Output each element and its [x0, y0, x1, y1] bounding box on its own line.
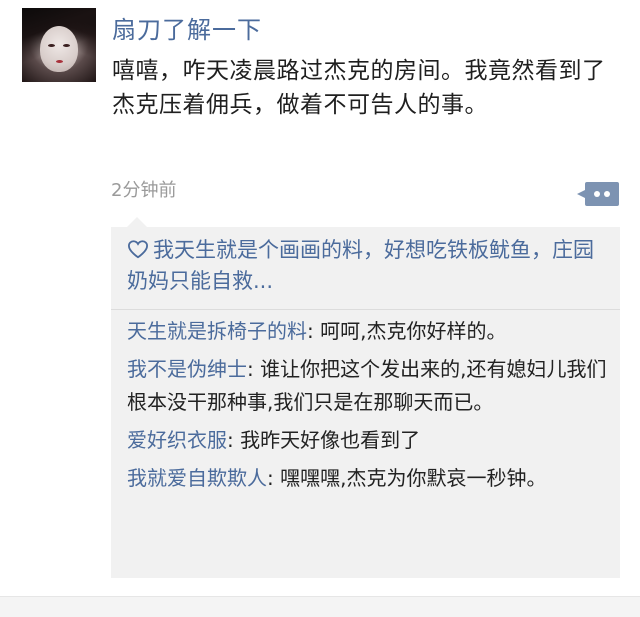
likes-names[interactable]: 我天生就是个画画的料，好想吃铁板鱿鱼，庄园奶妈只能自救...	[127, 238, 594, 293]
avatar-face-shape	[40, 26, 78, 72]
comment-item[interactable]: 爱好织衣服: 我昨天好像也看到了	[127, 424, 609, 457]
comment-text: 呵呵,杰克你好样的。	[320, 319, 507, 343]
comment-item[interactable]: 天生就是拆椅子的料: 呵呵,杰克你好样的。	[127, 315, 609, 348]
comment-list: 天生就是拆椅子的料: 呵呵,杰克你好样的。 我不是伪绅士: 谁让你把这个发出来的…	[127, 315, 609, 500]
comment-author[interactable]: 我就爱自欺欺人	[127, 466, 267, 490]
heart-outline-icon	[127, 240, 149, 259]
comment-text: 嘿嘿嘿,杰克为你默哀一秒钟。	[280, 466, 547, 490]
moment-post: 扇刀了解一下 嘻嘻，咋天凌晨路过杰克的房间。我竟然看到了杰克压着佣兵，做着不可告…	[0, 0, 640, 596]
comment-author[interactable]: 我不是伪绅士	[127, 357, 247, 381]
post-timestamp: 2分钟前	[111, 180, 177, 201]
likes-comments-divider	[111, 309, 620, 310]
interaction-panel: 我天生就是个画画的料，好想吃铁板鱿鱼，庄园奶妈只能自救... 天生就是拆椅子的料…	[111, 217, 620, 578]
post-content: 嘻嘻，咋天凌晨路过杰克的房间。我竟然看到了杰克压着佣兵，做着不可告人的事。	[112, 58, 606, 118]
more-dot	[604, 191, 610, 197]
avatar-eye-right	[63, 44, 70, 47]
footer-bar	[0, 597, 640, 617]
avatar-mouth	[56, 60, 63, 63]
comment-text: 我昨天好像也看到了	[240, 428, 421, 452]
more-dot	[594, 191, 600, 197]
avatar-eye-left	[48, 44, 55, 47]
more-dots-icon[interactable]	[577, 182, 619, 206]
comment-author[interactable]: 天生就是拆椅子的料	[127, 319, 307, 343]
comment-item[interactable]: 我不是伪绅士: 谁让你把这个发出来的,还有媳妇儿我们根本没干那种事,我们只是在那…	[127, 353, 609, 419]
avatar[interactable]	[22, 8, 96, 82]
comment-author[interactable]: 爱好织衣服	[127, 428, 227, 452]
likes-row: 我天生就是个画画的料，好想吃铁板鱿鱼，庄园奶妈只能自救...	[127, 235, 607, 297]
post-username[interactable]: 扇刀了解一下	[112, 10, 262, 45]
comment-item[interactable]: 我就爱自欺欺人: 嘿嘿嘿,杰克为你默哀一秒钟。	[127, 462, 609, 495]
